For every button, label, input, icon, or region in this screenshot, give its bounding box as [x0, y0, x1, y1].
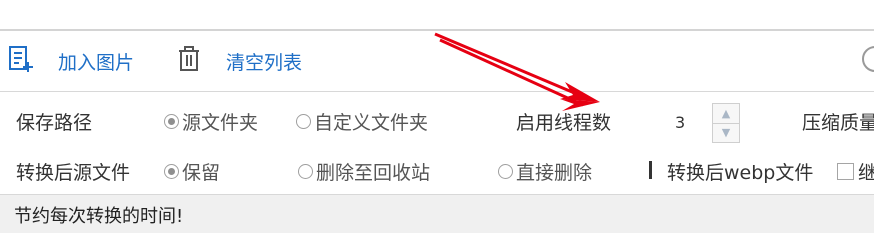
- add-file-icon: [8, 45, 34, 78]
- radio-delete-directly[interactable]: 直接删除: [498, 158, 592, 185]
- radio-recycle-bin[interactable]: 删除至回收站: [298, 158, 430, 185]
- radio-unchecked-icon: [498, 164, 513, 179]
- save-path-row: 保存路径 源文件夹 自定义文件夹 启用线程数 3 ▲ ▼ 压缩质量: [0, 100, 874, 143]
- spin-down-button[interactable]: ▼: [713, 123, 739, 142]
- threads-label: 启用线程数: [516, 112, 612, 134]
- radio-source-folder[interactable]: 源文件夹: [164, 108, 258, 135]
- checkbox-icon: [837, 163, 854, 180]
- status-bar: 节约每次转换的时间!: [0, 194, 874, 234]
- source-after-label: 转换后源文件: [16, 162, 131, 184]
- add-images-label: 加入图片: [58, 51, 135, 74]
- spin-up-button[interactable]: ▲: [713, 104, 739, 124]
- threads-value[interactable]: 3: [675, 113, 685, 132]
- settings-panel: 保存路径 源文件夹 自定义文件夹 启用线程数 3 ▲ ▼ 压缩质量 转换后源文件…: [0, 92, 874, 194]
- separator: [649, 161, 652, 179]
- toolbar: 加入图片 清空列表: [0, 31, 874, 92]
- clear-list-label: 清空列表: [226, 51, 303, 74]
- circle-icon[interactable]: [862, 46, 874, 72]
- add-images-button[interactable]: 加入图片: [8, 45, 134, 77]
- top-strip: [0, 0, 874, 31]
- radio-unchecked-icon: [298, 164, 313, 179]
- trash-icon: [178, 45, 200, 77]
- radio-unchecked-icon: [296, 114, 311, 129]
- source-after-row: 转换后源文件 保留 删除至回收站 直接删除 转换后webp文件 继: [0, 150, 874, 190]
- clear-list-button[interactable]: 清空列表: [178, 45, 302, 77]
- bottom-strip: [0, 233, 874, 249]
- webp-option-checkbox[interactable]: 继: [837, 158, 874, 185]
- radio-keep[interactable]: 保留: [164, 158, 220, 185]
- status-message: 节约每次转换的时间!: [14, 206, 184, 227]
- save-path-label: 保存路径: [16, 112, 93, 134]
- radio-checked-icon: [164, 164, 179, 179]
- webp-file-label: 转换后webp文件: [667, 162, 814, 184]
- radio-custom-folder[interactable]: 自定义文件夹: [296, 108, 428, 135]
- radio-checked-icon: [164, 114, 179, 129]
- quality-label: 压缩质量: [802, 112, 874, 134]
- threads-spinner: ▲ ▼: [712, 103, 740, 143]
